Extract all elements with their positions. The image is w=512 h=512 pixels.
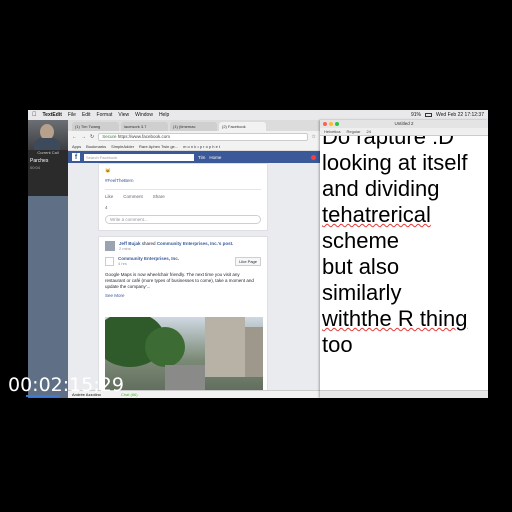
text-line: too (322, 332, 353, 357)
text-line: Do rapture :D (322, 136, 455, 149)
comment-button[interactable]: Comment (123, 194, 143, 199)
tab-strip: (1) Tim Twang lacework 3.7 (1) (timemac … (68, 120, 320, 131)
see-more-link[interactable]: See More (105, 293, 261, 298)
address-bar-row: ← → ↻ Secure https://www.facebook.com ☆ (68, 131, 320, 142)
facebook-home-link[interactable]: Home (209, 155, 221, 160)
mac-menubar:  TextEdit File Edit Format View Window … (28, 110, 488, 120)
tab-1[interactable]: (1) Tim Twang (72, 122, 119, 131)
video-frame:  TextEdit File Edit Format View Window … (0, 0, 512, 512)
post-header: Jeff Bujak shared Community Enterprises,… (105, 241, 261, 251)
post-text: Google Maps is now wheelchair friendly. … (105, 272, 254, 289)
window-controls (323, 122, 339, 126)
caller-body (34, 138, 60, 150)
url-field[interactable]: Secure https://www.facebook.com (98, 132, 308, 141)
back-icon[interactable]: ← (72, 134, 77, 140)
building-shape (245, 327, 263, 377)
facebook-header: f Search Facebook Tim Home (68, 151, 320, 163)
zoom-icon[interactable] (335, 122, 339, 126)
menu-file[interactable]: File (68, 112, 76, 118)
facebook-search-input[interactable]: Search Facebook (84, 153, 194, 161)
url-text: https://www.facebook.com (117, 133, 171, 139)
call-panel: Current Call Parches 00:04 (28, 120, 68, 196)
emoji-icon: 😺 (105, 168, 111, 173)
caller-video (28, 120, 68, 150)
shared-text: shared (141, 241, 156, 246)
page-time[interactable]: 4 hrs (118, 261, 179, 266)
menu-app-name[interactable]: TextEdit (43, 112, 62, 118)
format-toolbar: Helvetica Regular 24 (320, 128, 488, 136)
timecode-overlay: 00:02:15;29 (8, 374, 124, 396)
comment-input[interactable]: Write a comment... (105, 215, 261, 224)
bookmark-apps[interactable]: Apps (72, 144, 81, 149)
facebook-logo-icon[interactable]: f (72, 153, 80, 161)
tab-3[interactable]: (1) (timemac (170, 122, 217, 131)
bookmarks-bar: Apps Bookmarks SimpleAdder Rare Aphex Tw… (68, 142, 320, 151)
reload-icon[interactable]: ↻ (90, 134, 94, 140)
text-line-misspelled: tehatrerical (322, 202, 431, 227)
text-line-misspelled: withthe R thing (322, 306, 468, 331)
tab-facebook[interactable]: (2) Facebook (219, 122, 266, 131)
text-line: and dividing (322, 176, 440, 201)
menu-edit[interactable]: Edit (82, 112, 91, 118)
horizontal-scrollbar[interactable] (320, 390, 488, 398)
bookmark-aphex[interactable]: Rare Aphex Twin ge... (139, 144, 178, 149)
menubar-clock[interactable]: Wed Feb 22 17:12:37 (436, 112, 484, 118)
text-line: looking at itself (322, 150, 468, 175)
post-hashtag[interactable]: #FeelTheBern (105, 178, 261, 183)
apple-icon[interactable]:  (32, 112, 37, 118)
bookmark-bookmarks[interactable]: Bookmarks (86, 144, 106, 149)
bookmark-monk[interactable]: m o n k • p r o p h e t (183, 144, 220, 149)
feed-left-column (68, 163, 94, 398)
reaction-count[interactable]: 4 (105, 205, 261, 210)
post-actions: Like Comment Share (105, 189, 261, 199)
tab-2[interactable]: lacework 3.7 (121, 122, 168, 131)
desktop-screen:  TextEdit File Edit Format View Window … (28, 110, 488, 398)
chrome-browser-window: (1) Tim Twang lacework 3.7 (1) (timemac … (68, 120, 320, 398)
close-icon[interactable] (323, 122, 327, 126)
post-author-line: Jeff Bujak shared Community Enterprises,… (119, 241, 233, 251)
avatar[interactable] (105, 241, 115, 251)
page-logo-icon[interactable] (105, 256, 114, 266)
font-style-select[interactable]: Regular (346, 129, 360, 134)
text-line: similarly (322, 280, 402, 305)
textedit-titlebar: Untitled 2 (320, 120, 488, 128)
post-photo[interactable] (105, 317, 263, 395)
news-feed: 😺 #FeelTheBern Like Comment Share 4 Writ… (68, 163, 320, 398)
menu-format[interactable]: Format (97, 112, 113, 118)
tree-shape (145, 327, 185, 367)
font-size-select[interactable]: 24 (366, 129, 370, 134)
bookmark-simpleadder[interactable]: SimpleAdder (111, 144, 134, 149)
star-icon[interactable]: ☆ (312, 134, 316, 140)
battery-icon[interactable] (425, 113, 432, 117)
call-duration: 00:04 (30, 165, 41, 170)
building-shape (205, 317, 245, 377)
shared-page-link[interactable]: Community Enterprises, Inc.'s post. (157, 241, 234, 246)
text-line: scheme (322, 228, 400, 253)
notification-badge-icon[interactable] (311, 154, 316, 160)
forward-icon[interactable]: → (81, 134, 86, 140)
text-line: but also (322, 254, 400, 279)
facebook-user-link[interactable]: Tim (198, 155, 205, 160)
share-button[interactable]: Share (153, 194, 165, 199)
page-name[interactable]: Community Enterprises, Inc. (118, 256, 179, 261)
feed-post-1: 😺 #FeelTheBern Like Comment Share 4 Writ… (98, 163, 268, 231)
caller-name: Parches (30, 158, 49, 164)
post-time[interactable]: 2 mins (119, 246, 233, 251)
text-editor-area[interactable]: Do rapture :D looking at itself and divi… (320, 136, 488, 390)
like-page-button[interactable]: Like Page (235, 256, 261, 266)
battery-percent: 91% (410, 112, 421, 118)
secure-label: Secure (102, 133, 117, 139)
font-family-select[interactable]: Helvetica (324, 129, 340, 134)
minimize-icon[interactable] (329, 122, 333, 126)
like-button[interactable]: Like (105, 194, 113, 199)
menu-help[interactable]: Help (159, 112, 169, 118)
shared-page-card: Community Enterprises, Inc. 4 hrs Like P… (105, 256, 261, 266)
menu-view[interactable]: View (118, 112, 129, 118)
call-status: Current Call (37, 150, 59, 155)
document-title: Untitled 2 (394, 121, 414, 126)
timecode-underline (26, 395, 60, 397)
textedit-window: Untitled 2 Helvetica Regular 24 Do raptu… (320, 120, 488, 398)
menu-window[interactable]: Window (135, 112, 153, 118)
